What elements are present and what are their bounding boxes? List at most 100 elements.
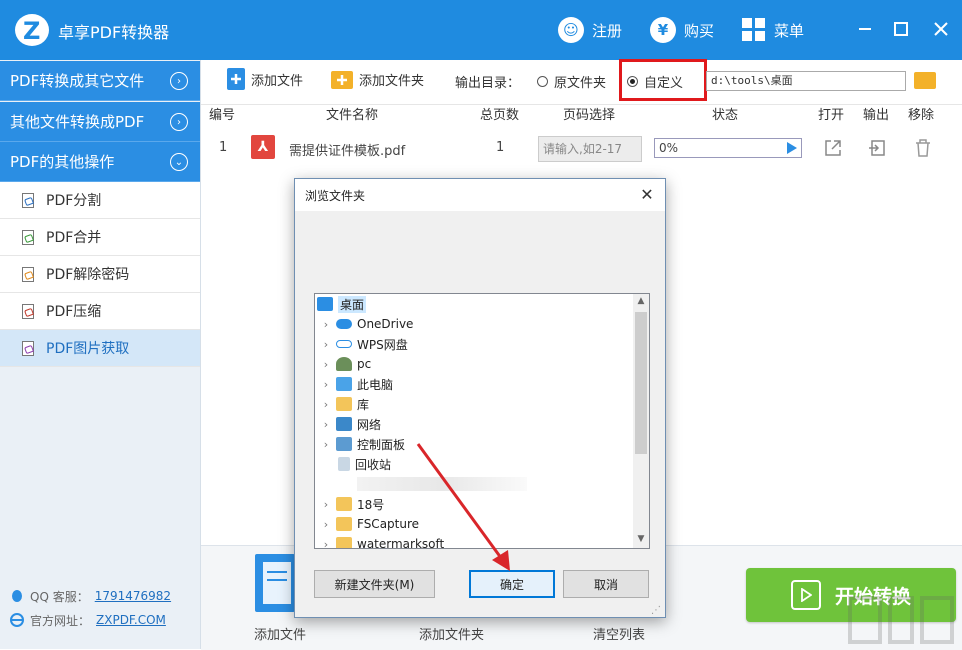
chevron-right-icon[interactable]: › xyxy=(319,518,333,531)
radio-original[interactable] xyxy=(537,76,548,87)
control-panel-icon xyxy=(336,437,352,451)
menu-label: 菜单 xyxy=(774,21,805,40)
cancel-button[interactable]: 取消 xyxy=(563,570,649,598)
resize-grip-icon[interactable]: ⋰ xyxy=(651,605,661,616)
add-file-large-icon[interactable] xyxy=(253,554,297,614)
qq-number-link[interactable]: 1791476982 xyxy=(95,589,171,603)
chevron-right-icon[interactable]: › xyxy=(319,378,333,391)
watermark-logo xyxy=(848,596,954,644)
file-table-header: 编号 文件名称 总页数 页码选择 状态 打开 输出 移除 xyxy=(201,104,962,124)
chevron-right-icon[interactable]: › xyxy=(319,358,333,371)
trash-icon[interactable] xyxy=(913,138,933,158)
chevron-right-icon[interactable]: › xyxy=(319,418,333,431)
scroll-up-icon[interactable]: ▲ xyxy=(636,296,646,306)
close-button[interactable] xyxy=(926,14,956,44)
row-filename: 需提供证件模板.pdf xyxy=(289,144,406,159)
chevron-right-icon: › xyxy=(170,72,188,90)
tree-item-label: 桌面 xyxy=(338,295,367,313)
chevron-right-icon[interactable]: › xyxy=(319,498,333,511)
sidebar-item-label: PDF解除密码 xyxy=(46,267,130,283)
buy-button[interactable]: ¥ 购买 xyxy=(650,15,714,45)
browse-folder-icon[interactable] xyxy=(914,72,936,89)
grid-menu-icon xyxy=(742,18,765,41)
pdf-unlock-icon xyxy=(22,266,34,282)
computer-icon xyxy=(336,377,352,391)
title-bar: Z 卓享PDF转换器 ☺ 注册 ¥ 购买 菜单 xyxy=(0,0,962,60)
col-remove: 移除 xyxy=(908,108,935,123)
minimize-button[interactable] xyxy=(850,14,880,44)
scroll-down-icon[interactable]: ▼ xyxy=(636,534,646,544)
table-row[interactable]: 1 ⅄ 需提供证件模板.pdf 1 请输入,如2-17 0% xyxy=(201,130,962,166)
tree-item-wps[interactable]: › WPS网盘 xyxy=(315,334,633,354)
ie-icon xyxy=(10,613,24,627)
sidebar-item-pdf-merge[interactable]: PDF合并 xyxy=(0,219,200,256)
tree-item-library[interactable]: › 库 xyxy=(315,394,633,414)
output-original-option[interactable]: 原文件夹 xyxy=(537,72,606,91)
bottom-clear-list-label[interactable]: 清空列表 xyxy=(593,624,645,643)
sidebar-item-pdf-split[interactable]: PDF分割 xyxy=(0,182,200,219)
output-path-input[interactable]: d:\tools\桌面 xyxy=(706,71,906,91)
play-icon[interactable] xyxy=(787,142,797,154)
add-file-icon xyxy=(227,68,245,90)
chevron-right-icon: › xyxy=(170,113,188,131)
tree-item-pc-user[interactable]: › pc xyxy=(315,354,633,374)
maximize-button[interactable] xyxy=(886,14,916,44)
qq-support-row: QQ 客服： 1791476982 xyxy=(10,584,171,608)
add-folder-button[interactable]: 添加文件夹 xyxy=(331,68,424,90)
user-plus-icon: ☺ xyxy=(558,17,584,43)
output-export-icon[interactable] xyxy=(867,138,887,158)
folder-icon xyxy=(336,537,352,548)
add-file-button[interactable]: 添加文件 xyxy=(227,68,303,90)
tree-item-onedrive[interactable]: › OneDrive xyxy=(315,314,633,334)
col-open: 打开 xyxy=(818,108,845,123)
pdf-split-icon xyxy=(22,192,34,208)
row-index: 1 xyxy=(219,140,228,155)
dialog-title: 浏览文件夹 xyxy=(305,189,366,203)
bottom-add-file-label[interactable]: 添加文件 xyxy=(254,624,306,643)
sidebar-item-pdf-compress[interactable]: PDF压缩 xyxy=(0,293,200,330)
sidebar-group-pdf-to-other[interactable]: PDF转换成其它文件 › xyxy=(0,61,200,101)
play-icon xyxy=(790,580,821,610)
col-output: 输出 xyxy=(863,108,890,123)
row-pages: 1 xyxy=(496,140,505,155)
tree-item-desktop[interactable]: 桌面 xyxy=(315,294,633,314)
col-status: 状态 xyxy=(712,108,739,123)
menu-button[interactable]: 菜单 xyxy=(742,15,804,45)
sidebar-group-label: 其他文件转换成PDF xyxy=(10,113,145,131)
tree-item-label: 18号 xyxy=(357,497,385,512)
bottom-add-folder-label[interactable]: 添加文件夹 xyxy=(419,624,484,643)
sidebar-item-label: PDF压缩 xyxy=(46,304,102,320)
tree-scrollbar[interactable]: ▲ ▼ xyxy=(633,294,649,548)
scrollbar-thumb[interactable] xyxy=(635,312,647,454)
open-external-icon[interactable] xyxy=(823,138,843,158)
annotation-arrow xyxy=(416,443,510,571)
sidebar-item-pdf-image-extract[interactable]: PDF图片获取 xyxy=(0,330,200,367)
tree-item-this-pc[interactable]: › 此电脑 xyxy=(315,374,633,394)
folder-icon xyxy=(336,517,352,531)
cloud-outline-icon xyxy=(336,340,352,348)
option-original-label: 原文件夹 xyxy=(554,76,607,91)
sidebar-item-label: PDF合并 xyxy=(46,230,102,246)
sidebar-group-label: PDF转换成其它文件 xyxy=(10,72,145,90)
network-icon xyxy=(336,417,352,431)
pdf-compress-icon xyxy=(22,303,34,319)
chevron-right-icon[interactable]: › xyxy=(319,538,333,549)
sidebar-group-pdf-other-ops[interactable]: PDF的其他操作 ⌄ xyxy=(0,142,200,182)
progress-bar: 0% xyxy=(654,138,802,158)
page-range-input[interactable]: 请输入,如2-17 xyxy=(538,136,642,162)
app-title: 卓享PDF转换器 xyxy=(58,23,170,42)
sidebar-item-pdf-unlock[interactable]: PDF解除密码 xyxy=(0,256,200,293)
chevron-right-icon[interactable]: › xyxy=(319,318,333,331)
chevron-right-icon[interactable]: › xyxy=(319,398,333,411)
chevron-right-icon[interactable]: › xyxy=(319,438,333,451)
dialog-close-icon[interactable]: ✕ xyxy=(635,183,659,207)
folder-icon xyxy=(336,497,352,511)
sidebar-group-label: PDF的其他操作 xyxy=(10,153,115,171)
maximize-icon xyxy=(894,22,908,36)
chevron-right-icon[interactable]: › xyxy=(319,338,333,351)
col-index: 编号 xyxy=(209,108,236,123)
register-button[interactable]: ☺ 注册 xyxy=(558,15,622,45)
sidebar-group-other-to-pdf[interactable]: 其他文件转换成PDF › xyxy=(0,102,200,142)
pdf-image-icon xyxy=(22,340,34,356)
website-link[interactable]: ZXPDF.COM xyxy=(96,613,166,627)
